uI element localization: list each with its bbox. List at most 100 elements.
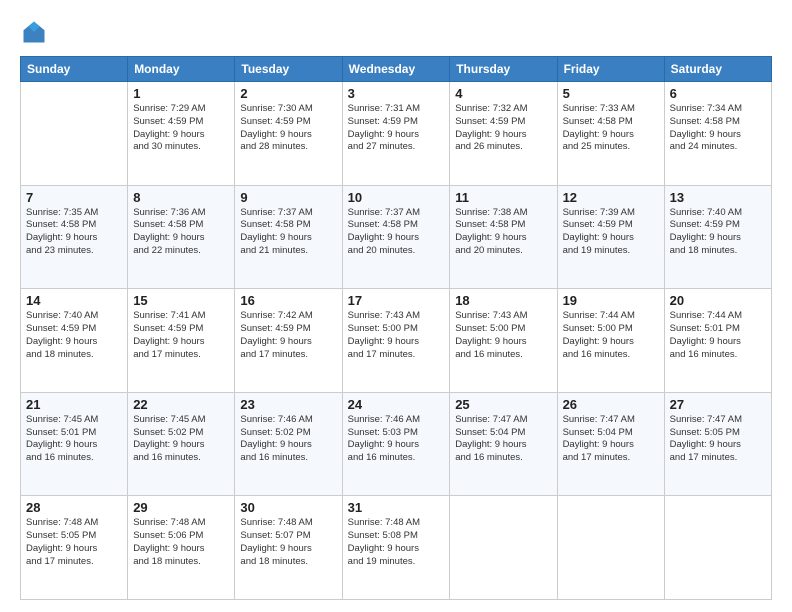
column-header-friday: Friday — [557, 57, 664, 82]
day-cell: 11 Sunrise: 7:38 AM Sunset: 4:58 PM Dayli… — [450, 185, 557, 289]
day-cell: 16 Sunrise: 7:42 AM Sunset: 4:59 PM Dayli… — [235, 289, 342, 393]
day-cell: 6Sunrise: 7:34 AM Sunset: 4:58 PM Daylig… — [664, 82, 771, 186]
day-info: Sunrise: 7:31 AM Sunset: 4:59 PM Dayligh… — [348, 103, 445, 154]
day-number: 11 — [455, 190, 551, 205]
day-info: Sunrise: 7:34 AM Sunset: 4:58 PM Dayligh… — [670, 103, 766, 154]
day-cell: 2 Sunrise: 7:30 AM Sunset: 4:59 PM Daylig… — [235, 82, 342, 186]
day-number: 2 — [240, 86, 336, 101]
day-number: 20 — [670, 293, 766, 308]
day-cell — [450, 496, 557, 600]
day-cell: 5 Sunrise: 7:33 AM Sunset: 4:58 PM Daylig… — [557, 82, 664, 186]
day-number: 28 — [26, 500, 122, 515]
week-row-2: 7 Sunrise: 7:35 AM Sunset: 4:58 PM Daylig… — [21, 185, 772, 289]
day-info: Sunrise: 7:47 AM Sunset: 5:04 PM Dayligh… — [455, 414, 551, 465]
day-info: Sunrise: 7:44 AM Sunset: 5:00 PM Dayligh… — [563, 310, 659, 361]
column-header-monday: Monday — [128, 57, 235, 82]
day-cell: 31 Sunrise: 7:48 AM Sunset: 5:08 PM Dayli… — [342, 496, 450, 600]
day-cell: 24 Sunrise: 7:46 AM Sunset: 5:03 PM Dayli… — [342, 392, 450, 496]
day-number: 9 — [240, 190, 336, 205]
day-cell: 23 Sunrise: 7:46 AM Sunset: 5:02 PM Dayli… — [235, 392, 342, 496]
day-cell: 27 Sunrise: 7:47 AM Sunset: 5:05 PM Dayli… — [664, 392, 771, 496]
day-info: Sunrise: 7:41 AM Sunset: 4:59 PM Dayligh… — [133, 310, 229, 361]
day-number: 4 — [455, 86, 551, 101]
day-cell: 14 Sunrise: 7:40 AM Sunset: 4:59 PM Dayli… — [21, 289, 128, 393]
day-number: 15 — [133, 293, 229, 308]
day-number: 18 — [455, 293, 551, 308]
day-cell: 28 Sunrise: 7:48 AM Sunset: 5:05 PM Dayli… — [21, 496, 128, 600]
day-cell — [664, 496, 771, 600]
day-cell: 21 Sunrise: 7:45 AM Sunset: 5:01 PM Dayli… — [21, 392, 128, 496]
day-number: 12 — [563, 190, 659, 205]
day-number: 7 — [26, 190, 122, 205]
day-number: 29 — [133, 500, 229, 515]
day-cell: 3 Sunrise: 7:31 AM Sunset: 4:59 PM Daylig… — [342, 82, 450, 186]
day-info: Sunrise: 7:46 AM Sunset: 5:02 PM Dayligh… — [240, 414, 336, 465]
day-info: Sunrise: 7:47 AM Sunset: 5:04 PM Dayligh… — [563, 414, 659, 465]
day-info: Sunrise: 7:45 AM Sunset: 5:02 PM Dayligh… — [133, 414, 229, 465]
day-info: Sunrise: 7:40 AM Sunset: 4:59 PM Dayligh… — [26, 310, 122, 361]
column-header-wednesday: Wednesday — [342, 57, 450, 82]
day-info: Sunrise: 7:40 AM Sunset: 4:59 PM Dayligh… — [670, 207, 766, 258]
day-info: Sunrise: 7:44 AM Sunset: 5:01 PM Dayligh… — [670, 310, 766, 361]
day-number: 19 — [563, 293, 659, 308]
day-cell: 13Sunrise: 7:40 AM Sunset: 4:59 PM Dayli… — [664, 185, 771, 289]
day-info: Sunrise: 7:29 AM Sunset: 4:59 PM Dayligh… — [133, 103, 229, 154]
day-number: 21 — [26, 397, 122, 412]
page: SundayMondayTuesdayWednesdayThursdayFrid… — [0, 0, 792, 612]
day-info: Sunrise: 7:37 AM Sunset: 4:58 PM Dayligh… — [240, 207, 336, 258]
day-info: Sunrise: 7:35 AM Sunset: 4:58 PM Dayligh… — [26, 207, 122, 258]
day-cell: 17 Sunrise: 7:43 AM Sunset: 5:00 PM Dayli… — [342, 289, 450, 393]
day-info: Sunrise: 7:42 AM Sunset: 4:59 PM Dayligh… — [240, 310, 336, 361]
day-cell: 9 Sunrise: 7:37 AM Sunset: 4:58 PM Daylig… — [235, 185, 342, 289]
day-number: 16 — [240, 293, 336, 308]
logo — [20, 18, 52, 46]
day-cell: 1 Sunrise: 7:29 AM Sunset: 4:59 PM Daylig… — [128, 82, 235, 186]
day-cell: 18 Sunrise: 7:43 AM Sunset: 5:00 PM Dayli… — [450, 289, 557, 393]
day-number: 5 — [563, 86, 659, 101]
logo-icon — [20, 18, 48, 46]
day-number: 24 — [348, 397, 445, 412]
day-cell: 29 Sunrise: 7:48 AM Sunset: 5:06 PM Dayli… — [128, 496, 235, 600]
day-info: Sunrise: 7:48 AM Sunset: 5:08 PM Dayligh… — [348, 517, 445, 568]
header — [20, 18, 772, 46]
day-number: 17 — [348, 293, 445, 308]
day-info: Sunrise: 7:36 AM Sunset: 4:58 PM Dayligh… — [133, 207, 229, 258]
day-info: Sunrise: 7:30 AM Sunset: 4:59 PM Dayligh… — [240, 103, 336, 154]
day-info: Sunrise: 7:33 AM Sunset: 4:58 PM Dayligh… — [563, 103, 659, 154]
day-number: 31 — [348, 500, 445, 515]
day-number: 30 — [240, 500, 336, 515]
calendar: SundayMondayTuesdayWednesdayThursdayFrid… — [20, 56, 772, 600]
day-info: Sunrise: 7:32 AM Sunset: 4:59 PM Dayligh… — [455, 103, 551, 154]
day-cell: 8 Sunrise: 7:36 AM Sunset: 4:58 PM Daylig… — [128, 185, 235, 289]
day-cell — [557, 496, 664, 600]
day-info: Sunrise: 7:47 AM Sunset: 5:05 PM Dayligh… — [670, 414, 766, 465]
day-cell: 22 Sunrise: 7:45 AM Sunset: 5:02 PM Dayli… — [128, 392, 235, 496]
day-number: 10 — [348, 190, 445, 205]
day-cell: 20 Sunrise: 7:44 AM Sunset: 5:01 PM Dayli… — [664, 289, 771, 393]
day-number: 1 — [133, 86, 229, 101]
day-number: 25 — [455, 397, 551, 412]
day-number: 27 — [670, 397, 766, 412]
day-cell: 7 Sunrise: 7:35 AM Sunset: 4:58 PM Daylig… — [21, 185, 128, 289]
day-cell: 26Sunrise: 7:47 AM Sunset: 5:04 PM Dayli… — [557, 392, 664, 496]
day-info: Sunrise: 7:48 AM Sunset: 5:06 PM Dayligh… — [133, 517, 229, 568]
day-number: 22 — [133, 397, 229, 412]
column-header-sunday: Sunday — [21, 57, 128, 82]
day-cell: 15 Sunrise: 7:41 AM Sunset: 4:59 PM Dayli… — [128, 289, 235, 393]
day-number: 23 — [240, 397, 336, 412]
day-info: Sunrise: 7:48 AM Sunset: 5:05 PM Dayligh… — [26, 517, 122, 568]
day-info: Sunrise: 7:38 AM Sunset: 4:58 PM Dayligh… — [455, 207, 551, 258]
day-cell: 25 Sunrise: 7:47 AM Sunset: 5:04 PM Dayli… — [450, 392, 557, 496]
week-row-4: 21 Sunrise: 7:45 AM Sunset: 5:01 PM Dayli… — [21, 392, 772, 496]
day-number: 14 — [26, 293, 122, 308]
day-info: Sunrise: 7:43 AM Sunset: 5:00 PM Dayligh… — [348, 310, 445, 361]
column-header-saturday: Saturday — [664, 57, 771, 82]
day-number: 8 — [133, 190, 229, 205]
day-info: Sunrise: 7:45 AM Sunset: 5:01 PM Dayligh… — [26, 414, 122, 465]
day-info: Sunrise: 7:43 AM Sunset: 5:00 PM Dayligh… — [455, 310, 551, 361]
day-cell: 4 Sunrise: 7:32 AM Sunset: 4:59 PM Daylig… — [450, 82, 557, 186]
day-cell — [21, 82, 128, 186]
day-info: Sunrise: 7:46 AM Sunset: 5:03 PM Dayligh… — [348, 414, 445, 465]
day-number: 3 — [348, 86, 445, 101]
day-cell: 12Sunrise: 7:39 AM Sunset: 4:59 PM Dayli… — [557, 185, 664, 289]
